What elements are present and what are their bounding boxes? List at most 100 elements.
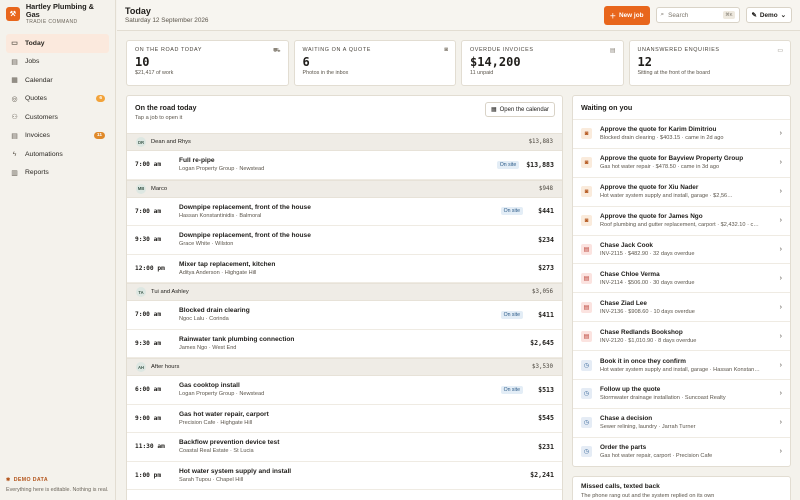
avatar: AH [136,362,146,372]
sidebar-item-label: Quotes [25,95,47,103]
clock-icon: ◷ [581,359,592,371]
waiting-item-meta: INV-2120 · $1,010.90 · 8 days overdue [600,337,697,344]
chevron-right-icon: › [779,274,782,282]
search-placeholder: Search [668,11,689,19]
chevron-down-icon: ⌄ [780,12,786,19]
stat-card[interactable]: ON THE ROAD TODAY 10 $21,417 of work ⛟ [126,40,289,86]
crew-total: $3,056 [532,289,553,295]
camera-icon: ◙ [581,186,592,198]
clock-icon: ◷ [581,417,592,429]
sidebar-item-label: Calendar [25,76,53,84]
waiting-list: ◙ Approve the quote for Karim Dimitriou Bl… [573,120,790,466]
job-row[interactable]: 9:30 am Rainwater tank plumbing connectio… [127,330,562,358]
waiting-item[interactable]: ▤ Chase Chloe Verma INV-2114 · $506.00 · 3… [573,264,790,294]
demo-select[interactable]: ✎ Demo ⌄ [745,7,792,23]
job-row[interactable]: 7:00 am Downpipe replacement, front of th… [127,198,562,226]
job-time: 6:00 am [135,386,162,394]
waiting-item[interactable]: ▤ Chase Ziad Lee INV-2136 · $908.60 · 10 d… [573,293,790,323]
job-title: Mixer tap replacement, kitchen [179,260,276,268]
job-row[interactable]: 1:00 pm Hot water system supply and insta… [127,462,562,490]
waiting-item[interactable]: ◙ Approve the quote for Karim Dimitriou Bl… [573,120,790,149]
waiting-item[interactable]: ◷ Follow up the quote Stormwater drainage … [573,380,790,409]
job-details: Gas cooktop install Logan Property Group … [179,382,501,397]
avatar: DR [136,137,146,147]
waiting-item-body: Chase Jack Cook INV-2115 · $482.90 · 32 d… [600,242,772,257]
stat-card[interactable]: UNANSWERED ENQUIRIES 12 Sitting at the fro… [628,40,791,86]
job-meta: Logan Property Group · Newstead [179,166,265,173]
crew-total: $13,883 [528,139,553,145]
waiting-item[interactable]: ▤ Chase Jack Cook INV-2115 · $482.90 · 32 … [573,236,790,265]
page-date: Saturday 12 September 2026 [125,17,209,24]
chevron-right-icon: › [779,159,782,167]
avatar: TA [136,287,146,297]
crew-name: Dean and Rhys [151,139,191,145]
waiting-item-meta: Hot water system supply and install, gar… [600,193,733,200]
job-row[interactable]: 9:00 am Gas hot water repair, carport Prec… [127,405,562,433]
sidebar-item-label: Automations [25,150,63,158]
job-meta: Sarah Tupou · Chapel Hill [179,476,244,483]
job-amount: $411 [538,310,554,319]
sidebar-item-customers[interactable]: ⚇ Customers [6,108,109,127]
waiting-item[interactable]: ◙ Approve the quote for Xiu Nader Hot wate… [573,178,790,207]
waiting-item[interactable]: ▤ Chase Redlands Bookshop INV-2120 · $1,01… [573,322,790,352]
avatar: MB [136,183,146,194]
chevron-right-icon: › [779,188,782,196]
waiting-item[interactable]: ◙ Approve the quote for Bayview Property … [573,149,790,178]
waiting-item[interactable]: ◷ Book it in once they confirm Hot water s… [573,351,790,381]
waiting-item-meta: Gas hot water repair · $478.50 · came in… [600,164,720,171]
camera-icon: ◙ [581,215,592,227]
waiting-panel: Waiting on you ◙ Approve the quote for Ka… [572,95,791,467]
job-row[interactable]: 12:00 pm Mixer tap replacement, kitchen Ad… [127,255,562,283]
job-row[interactable]: 9:30 am Downpipe replacement, front of th… [127,226,562,255]
job-details: Downpipe replacement, front of the house… [179,204,501,219]
demo-select-label: Demo [759,11,778,19]
bulb-icon: ✱ [6,476,11,483]
waiting-item-body: Book it in once they confirm Hot water sy… [600,358,772,373]
waiting-item-title: Book it in once they confirm [600,357,686,365]
waiting-item-meta: Stormwater drainage installation · Sunco… [600,395,726,402]
stat-label: UNANSWERED ENQUIRIES [637,47,720,53]
waiting-item[interactable]: ◙ Approve the quote for James Ngo Roof plu… [573,207,790,236]
sidebar-item-today[interactable]: ▭ Today [6,34,109,53]
job-row[interactable]: 7:00 am Blocked drain clearing Ngoc Lalu ·… [127,301,562,330]
sidebar-item-calendar[interactable]: ▦ Calendar [6,71,109,90]
sidebar-item-automations[interactable]: ϟ Automations [6,145,109,164]
stat-card[interactable]: WAITING ON A QUOTE 6 Photos in the inbox ◙ [293,40,456,86]
new-job-button[interactable]: ＋ New job [603,5,650,25]
job-details: Full re-pipe Logan Property Group · Newst… [179,157,497,172]
invoice-icon: ▤ [581,272,592,284]
job-row[interactable]: 7:00 am Full re-pipe Logan Property Group … [127,151,562,180]
waiting-item-body: Approve the quote for Xiu Nader Hot water… [600,184,772,199]
magic-icon: ✎ [751,12,757,19]
waiting-item-title: Follow up the quote [600,386,661,394]
sidebar-item-label: Invoices [25,132,50,140]
missed-calls-card[interactable]: Missed calls, texted back The phone rang… [572,476,791,500]
job-row[interactable]: 11:30 am Backflow prevention device test C… [127,433,562,462]
waiting-item-meta: Roof plumbing and gutter replacement, ca… [600,222,759,229]
stat-label: WAITING ON A QUOTE [302,47,371,53]
sidebar-item-reports[interactable]: ▥ Reports [6,164,109,183]
search-input[interactable]: ⌕ Search ⌘K [655,7,740,23]
job-title: Gas cooktop install [179,382,240,390]
crew-group-header: MB Marco $948 [127,179,562,198]
demo-notice: ✱ DEMO DATA Everything here is editable. … [6,477,110,494]
job-title: Gas hot water repair, carport [179,410,269,418]
sidebar-item-quotes[interactable]: ◎ Quotes 6 [6,90,109,109]
sidebar-item-jobs[interactable]: ▤ Jobs [6,53,109,72]
waiting-item[interactable]: ◷ Order the parts Gas hot water repair, ca… [573,438,790,466]
invoice-icon: ▤ [581,244,592,255]
waiting-item-meta: INV-2115 · $482.90 · 32 days overdue [600,251,695,257]
crew-name: After hours [151,364,180,370]
onsite-badge: On site [500,310,523,319]
job-row[interactable]: 6:00 am Gas cooktop install Logan Property… [127,376,562,405]
waiting-item[interactable]: ◷ Chase a decision Sewer relining, laundry… [573,409,790,438]
chevron-right-icon: › [779,448,782,456]
plus-icon: ＋ [609,12,617,20]
brand[interactable]: ⚒ Hartley Plumbing & Gas TRADIE COMMAND [0,0,115,28]
open-calendar-button[interactable]: ▦ Open the calendar [484,102,555,117]
wrench-icon: ⚒ [6,7,20,21]
waiting-item-meta: Gas hot water repair, carport · Precisio… [600,453,713,460]
waiting-item-body: Chase Redlands Bookshop INV-2120 · $1,010… [600,329,772,344]
sidebar-item-invoices[interactable]: ▤ Invoices 11 [6,127,109,146]
stat-card[interactable]: OVERDUE INVOICES $14,200 11 unpaid ▤ [461,40,624,86]
